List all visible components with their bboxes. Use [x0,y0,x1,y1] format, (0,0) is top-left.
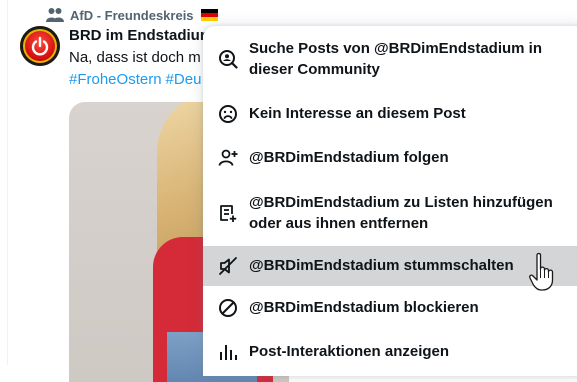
menu-item-label: @BRDimEndstadium folgen [249,149,449,166]
sad-face-icon [219,105,237,123]
avatar[interactable] [20,26,60,66]
list-add-icon [220,205,237,222]
menu-item-search-community-posts[interactable]: Suche Posts von @BRDimEndstadium in dies… [203,26,577,92]
tweet-hashtags: #FroheOstern #Deu [69,71,205,88]
mute-icon [219,257,237,275]
menu-item-not-interested[interactable]: Kein Interesse an diesem Post [203,92,577,136]
author-name[interactable]: BRD im Endstadiur [69,27,206,44]
menu-item-label: @BRDimEndstadium zu Listen hinzufügen od… [249,194,553,232]
menu-item-block[interactable]: @BRDimEndstadium blockieren [203,286,577,330]
community-name[interactable]: AfD - Freundeskreis [70,8,194,23]
menu-item-label: Post-Interaktionen anzeigen [249,343,450,360]
community-icon [46,8,64,22]
hashtag-link[interactable]: #Deu [166,71,202,88]
menu-item-post-interactions[interactable]: Post-Interaktionen anzeigen [203,330,577,374]
tweet-text: Na, dass ist doch m [69,49,201,66]
follow-user-icon [218,149,238,166]
germany-flag-icon [200,9,218,21]
hashtag-link[interactable]: #FroheOstern [69,71,162,88]
menu-item-label: @BRDimEndstadium blockieren [249,299,479,316]
analytics-icon [220,345,237,360]
feed-column-border [7,0,8,365]
post-options-menu: Suche Posts von @BRDimEndstadium in dies… [203,26,577,376]
menu-item-add-to-lists[interactable]: @BRDimEndstadium zu Listen hinzufügen od… [203,180,577,246]
block-icon [219,299,237,317]
power-symbol-icon [31,36,49,56]
menu-item-label: Kein Interesse an diesem Post [249,105,466,122]
search-community-icon [219,50,238,69]
community-context[interactable]: AfD - Freundeskreis [46,6,218,24]
hand-cursor-icon [529,252,554,291]
menu-item-mute[interactable]: @BRDimEndstadium stummschalten [203,246,577,286]
menu-item-follow[interactable]: @BRDimEndstadium folgen [203,136,577,180]
menu-item-label: Suche Posts von @BRDimEndstadium in dies… [249,40,542,78]
menu-item-label: @BRDimEndstadium stummschalten [249,257,514,274]
